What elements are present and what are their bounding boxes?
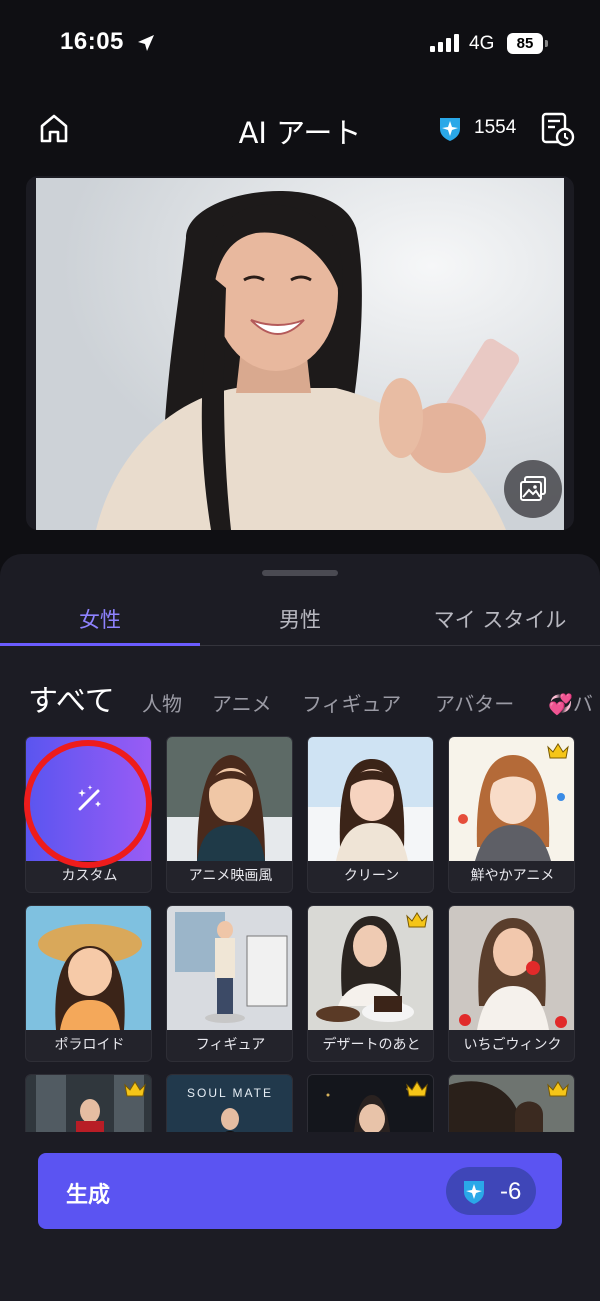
category-filter: すべて 人物 アニメ フィギュア アバター 💞バ: [0, 674, 600, 724]
credit-balance[interactable]: 1554: [436, 112, 516, 144]
active-tab-indicator: [0, 643, 200, 646]
change-photo-button[interactable]: [504, 460, 562, 518]
gem-credit-icon: [440, 118, 460, 141]
gem-credit-icon: [464, 1181, 484, 1204]
category-avatar[interactable]: アバター: [435, 688, 514, 717]
style-thumb: [308, 737, 433, 861]
style-card-soul-mate[interactable]: SOUL MATE: [166, 1074, 293, 1132]
tab-male[interactable]: 男性: [200, 604, 400, 634]
header: AI アート 1554: [0, 100, 600, 156]
clock: 16:05: [60, 28, 124, 55]
style-card-polaroid[interactable]: ポラロイド: [25, 905, 152, 1062]
style-card-clean[interactable]: クリーン: [307, 736, 434, 893]
category-anime[interactable]: アニメ: [212, 688, 272, 717]
style-label: 鮮やかアニメ: [470, 868, 555, 884]
premium-crown-icon: [406, 1081, 428, 1097]
style-label: ポラロイド: [54, 1037, 125, 1053]
premium-crown-icon: [547, 1081, 569, 1097]
location-arrow-icon: [138, 35, 154, 51]
style-label: カスタム: [61, 868, 118, 884]
battery-tip: [545, 40, 548, 47]
style-card-vivid-anime[interactable]: 鮮やかアニメ: [448, 736, 575, 893]
gallery-icon: [520, 476, 546, 501]
cost-badge: -6: [446, 1167, 536, 1215]
style-card-horse[interactable]: [448, 1074, 575, 1132]
category-figure[interactable]: フィギュア: [302, 688, 401, 717]
style-thumb: [167, 737, 292, 861]
premium-crown-icon: [406, 912, 428, 928]
style-thumb: [26, 1075, 151, 1132]
style-label: クリーン: [343, 868, 400, 884]
style-card-elevator[interactable]: [25, 1074, 152, 1132]
category-people[interactable]: 人物: [142, 688, 182, 717]
status-bar: 16:05 4G 85: [0, 0, 600, 90]
style-label: フィギュア: [195, 1037, 266, 1053]
generate-button[interactable]: 生成 -6: [38, 1153, 562, 1229]
style-label: いちごウィンク: [463, 1037, 562, 1053]
style-card-figure[interactable]: フィギュア: [166, 905, 293, 1062]
generate-label: 生成: [66, 1183, 111, 1208]
style-thumb: [449, 737, 574, 861]
network-type: 4G: [469, 33, 495, 54]
category-couple[interactable]: 💞バ: [548, 688, 593, 717]
style-thumb: SOUL MATE: [167, 1075, 292, 1132]
style-thumb: [308, 906, 433, 1030]
style-thumb: [26, 906, 151, 1030]
style-card-anime-film[interactable]: アニメ映画風: [166, 736, 293, 893]
cost-value: -6: [500, 1178, 522, 1205]
battery-icon: 85: [507, 33, 543, 54]
tab-my-style[interactable]: マイ スタイル: [400, 604, 600, 634]
photo-preview[interactable]: [26, 176, 574, 530]
selected-photo: [36, 178, 564, 530]
style-card-after-dessert[interactable]: デザートのあと: [307, 905, 434, 1062]
sheet-grabber[interactable]: [262, 570, 338, 576]
style-label: アニメ映画風: [188, 868, 273, 884]
style-thumb: [449, 1075, 574, 1132]
style-card-strawberry-wink[interactable]: いちごウィンク: [448, 905, 575, 1062]
category-all[interactable]: すべて: [28, 676, 115, 720]
style-thumb: [308, 1075, 433, 1132]
tab-female[interactable]: 女性: [0, 604, 200, 634]
gender-tabs: 女性 男性 マイ スタイル: [0, 594, 600, 646]
premium-crown-icon: [547, 743, 569, 759]
soul-mate-text: SOUL MATE: [187, 1086, 273, 1100]
premium-crown-icon: [124, 1081, 146, 1097]
cellular-signal-icon: [430, 34, 462, 52]
highlight-ring: [24, 740, 152, 868]
style-thumb: [167, 906, 292, 1030]
history-icon[interactable]: [538, 110, 576, 148]
style-card-night[interactable]: [307, 1074, 434, 1132]
style-label: デザートのあと: [322, 1037, 421, 1053]
style-thumb: [449, 906, 574, 1030]
credit-count: 1554: [474, 117, 517, 138]
